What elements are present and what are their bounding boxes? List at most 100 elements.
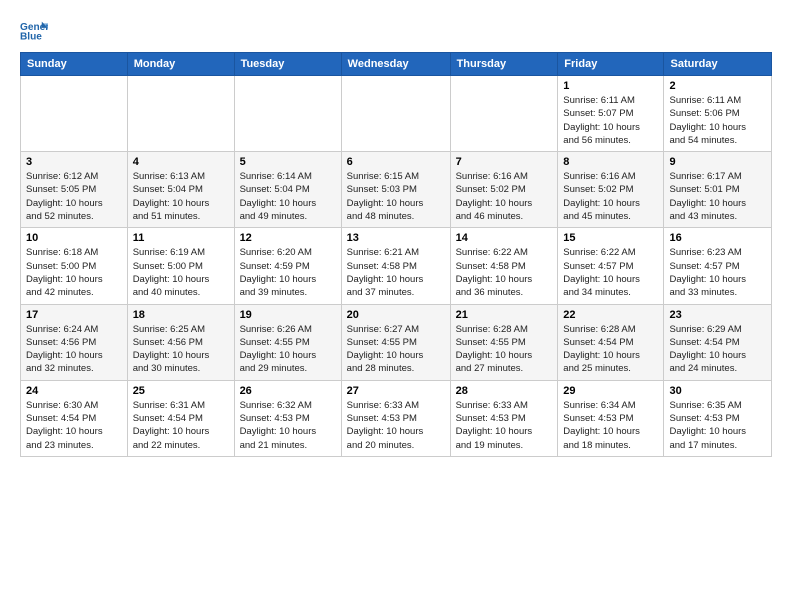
day-info: Sunrise: 6:28 AM Sunset: 4:54 PM Dayligh… <box>563 323 658 376</box>
day-info: Sunrise: 6:16 AM Sunset: 5:02 PM Dayligh… <box>563 170 658 223</box>
calendar-cell: 28 Sunrise: 6:33 AM Sunset: 4:53 PM Dayli… <box>450 380 558 456</box>
day-number: 14 <box>456 232 553 244</box>
day-number: 4 <box>133 156 229 168</box>
day-info: Sunrise: 6:32 AM Sunset: 4:53 PM Dayligh… <box>240 399 336 452</box>
day-info: Sunrise: 6:28 AM Sunset: 4:55 PM Dayligh… <box>456 323 553 376</box>
week-row-5: 24 Sunrise: 6:30 AM Sunset: 4:54 PM Dayli… <box>21 380 772 456</box>
day-number: 8 <box>563 156 658 168</box>
calendar-cell <box>341 76 450 152</box>
day-number: 23 <box>669 309 766 321</box>
calendar-cell: 12Sunrise: 6:20 AM Sunset: 4:59 PM Dayli… <box>234 228 341 304</box>
calendar-cell: 5 Sunrise: 6:14 AM Sunset: 5:04 PM Daylig… <box>234 152 341 228</box>
calendar-cell <box>127 76 234 152</box>
calendar-cell <box>450 76 558 152</box>
day-info: Sunrise: 6:21 AM Sunset: 4:58 PM Dayligh… <box>347 246 445 299</box>
day-number: 2 <box>669 80 766 92</box>
day-number: 26 <box>240 385 336 397</box>
day-number: 9 <box>669 156 766 168</box>
calendar-cell: 4 Sunrise: 6:13 AM Sunset: 5:04 PM Daylig… <box>127 152 234 228</box>
day-info: Sunrise: 6:16 AM Sunset: 5:02 PM Dayligh… <box>456 170 553 223</box>
day-info: Sunrise: 6:17 AM Sunset: 5:01 PM Dayligh… <box>669 170 766 223</box>
day-number: 3 <box>26 156 122 168</box>
calendar-cell: 3 Sunrise: 6:12 AM Sunset: 5:05 PM Daylig… <box>21 152 128 228</box>
calendar-cell: 25 Sunrise: 6:31 AM Sunset: 4:54 PM Dayli… <box>127 380 234 456</box>
day-info: Sunrise: 6:12 AM Sunset: 5:05 PM Dayligh… <box>26 170 122 223</box>
day-info: Sunrise: 6:23 AM Sunset: 4:57 PM Dayligh… <box>669 246 766 299</box>
calendar-cell: 10 Sunrise: 6:18 AM Sunset: 5:00 PM Dayli… <box>21 228 128 304</box>
dow-saturday: Saturday <box>664 53 772 76</box>
calendar-cell <box>234 76 341 152</box>
day-info: Sunrise: 6:30 AM Sunset: 4:54 PM Dayligh… <box>26 399 122 452</box>
day-number: 19 <box>240 309 336 321</box>
day-info: Sunrise: 6:31 AM Sunset: 4:54 PM Dayligh… <box>133 399 229 452</box>
dow-sunday: Sunday <box>21 53 128 76</box>
calendar-cell: 8 Sunrise: 6:16 AM Sunset: 5:02 PM Daylig… <box>558 152 664 228</box>
dow-tuesday: Tuesday <box>234 53 341 76</box>
day-info: Sunrise: 6:13 AM Sunset: 5:04 PM Dayligh… <box>133 170 229 223</box>
calendar-cell: 13 Sunrise: 6:21 AM Sunset: 4:58 PM Dayli… <box>341 228 450 304</box>
week-row-2: 3 Sunrise: 6:12 AM Sunset: 5:05 PM Daylig… <box>21 152 772 228</box>
calendar-cell: 16 Sunrise: 6:23 AM Sunset: 4:57 PM Dayli… <box>664 228 772 304</box>
day-info: Sunrise: 6:34 AM Sunset: 4:53 PM Dayligh… <box>563 399 658 452</box>
day-number: 1 <box>563 80 658 92</box>
calendar-cell: 6 Sunrise: 6:15 AM Sunset: 5:03 PM Daylig… <box>341 152 450 228</box>
calendar-cell: 20 Sunrise: 6:27 AM Sunset: 4:55 PM Dayli… <box>341 304 450 380</box>
day-info: Sunrise: 6:24 AM Sunset: 4:56 PM Dayligh… <box>26 323 122 376</box>
day-number: 22 <box>563 309 658 321</box>
day-info: Sunrise: 6:11 AM Sunset: 5:06 PM Dayligh… <box>669 94 766 147</box>
day-number: 7 <box>456 156 553 168</box>
day-number: 28 <box>456 385 553 397</box>
week-row-1: 1Sunrise: 6:11 AM Sunset: 5:07 PM Daylig… <box>21 76 772 152</box>
calendar-cell: 17 Sunrise: 6:24 AM Sunset: 4:56 PM Dayli… <box>21 304 128 380</box>
day-number: 16 <box>669 232 766 244</box>
logo: General Blue <box>20 20 52 42</box>
dow-friday: Friday <box>558 53 664 76</box>
calendar-cell: 7 Sunrise: 6:16 AM Sunset: 5:02 PM Daylig… <box>450 152 558 228</box>
day-number: 15 <box>563 232 658 244</box>
calendar-cell: 26 Sunrise: 6:32 AM Sunset: 4:53 PM Dayli… <box>234 380 341 456</box>
day-info: Sunrise: 6:14 AM Sunset: 5:04 PM Dayligh… <box>240 170 336 223</box>
calendar-cell <box>21 76 128 152</box>
day-number: 20 <box>347 309 445 321</box>
day-info: Sunrise: 6:27 AM Sunset: 4:55 PM Dayligh… <box>347 323 445 376</box>
day-info: Sunrise: 6:29 AM Sunset: 4:54 PM Dayligh… <box>669 323 766 376</box>
day-number: 30 <box>669 385 766 397</box>
day-info: Sunrise: 6:18 AM Sunset: 5:00 PM Dayligh… <box>26 246 122 299</box>
calendar-cell: 1Sunrise: 6:11 AM Sunset: 5:07 PM Daylig… <box>558 76 664 152</box>
day-number: 25 <box>133 385 229 397</box>
calendar-cell: 11Sunrise: 6:19 AM Sunset: 5:00 PM Dayli… <box>127 228 234 304</box>
svg-text:Blue: Blue <box>20 32 42 42</box>
day-info: Sunrise: 6:22 AM Sunset: 4:57 PM Dayligh… <box>563 246 658 299</box>
calendar-cell: 29 Sunrise: 6:34 AM Sunset: 4:53 PM Dayli… <box>558 380 664 456</box>
day-number: 10 <box>26 232 122 244</box>
dow-wednesday: Wednesday <box>341 53 450 76</box>
calendar-cell: 23 Sunrise: 6:29 AM Sunset: 4:54 PM Dayli… <box>664 304 772 380</box>
day-number: 13 <box>347 232 445 244</box>
dow-thursday: Thursday <box>450 53 558 76</box>
calendar-cell: 27 Sunrise: 6:33 AM Sunset: 4:53 PM Dayli… <box>341 380 450 456</box>
day-info: Sunrise: 6:35 AM Sunset: 4:53 PM Dayligh… <box>669 399 766 452</box>
day-info: Sunrise: 6:22 AM Sunset: 4:58 PM Dayligh… <box>456 246 553 299</box>
day-info: Sunrise: 6:15 AM Sunset: 5:03 PM Dayligh… <box>347 170 445 223</box>
dow-monday: Monday <box>127 53 234 76</box>
calendar-cell: 18 Sunrise: 6:25 AM Sunset: 4:56 PM Dayli… <box>127 304 234 380</box>
day-number: 17 <box>26 309 122 321</box>
day-number: 24 <box>26 385 122 397</box>
day-info: Sunrise: 6:33 AM Sunset: 4:53 PM Dayligh… <box>456 399 553 452</box>
header: General Blue <box>20 16 772 42</box>
day-number: 29 <box>563 385 658 397</box>
day-number: 27 <box>347 385 445 397</box>
day-info: Sunrise: 6:33 AM Sunset: 4:53 PM Dayligh… <box>347 399 445 452</box>
calendar-cell: 9 Sunrise: 6:17 AM Sunset: 5:01 PM Daylig… <box>664 152 772 228</box>
week-row-3: 10 Sunrise: 6:18 AM Sunset: 5:00 PM Dayli… <box>21 228 772 304</box>
day-number: 5 <box>240 156 336 168</box>
calendar-table: SundayMondayTuesdayWednesdayThursdayFrid… <box>20 52 772 457</box>
calendar-cell: 14 Sunrise: 6:22 AM Sunset: 4:58 PM Dayli… <box>450 228 558 304</box>
calendar-cell: 2 Sunrise: 6:11 AM Sunset: 5:06 PM Daylig… <box>664 76 772 152</box>
day-number: 18 <box>133 309 229 321</box>
calendar-cell: 22 Sunrise: 6:28 AM Sunset: 4:54 PM Dayli… <box>558 304 664 380</box>
page: General Blue SundayMondayTuesdayWednesda… <box>0 0 792 612</box>
day-number: 6 <box>347 156 445 168</box>
day-info: Sunrise: 6:25 AM Sunset: 4:56 PM Dayligh… <box>133 323 229 376</box>
day-number: 21 <box>456 309 553 321</box>
